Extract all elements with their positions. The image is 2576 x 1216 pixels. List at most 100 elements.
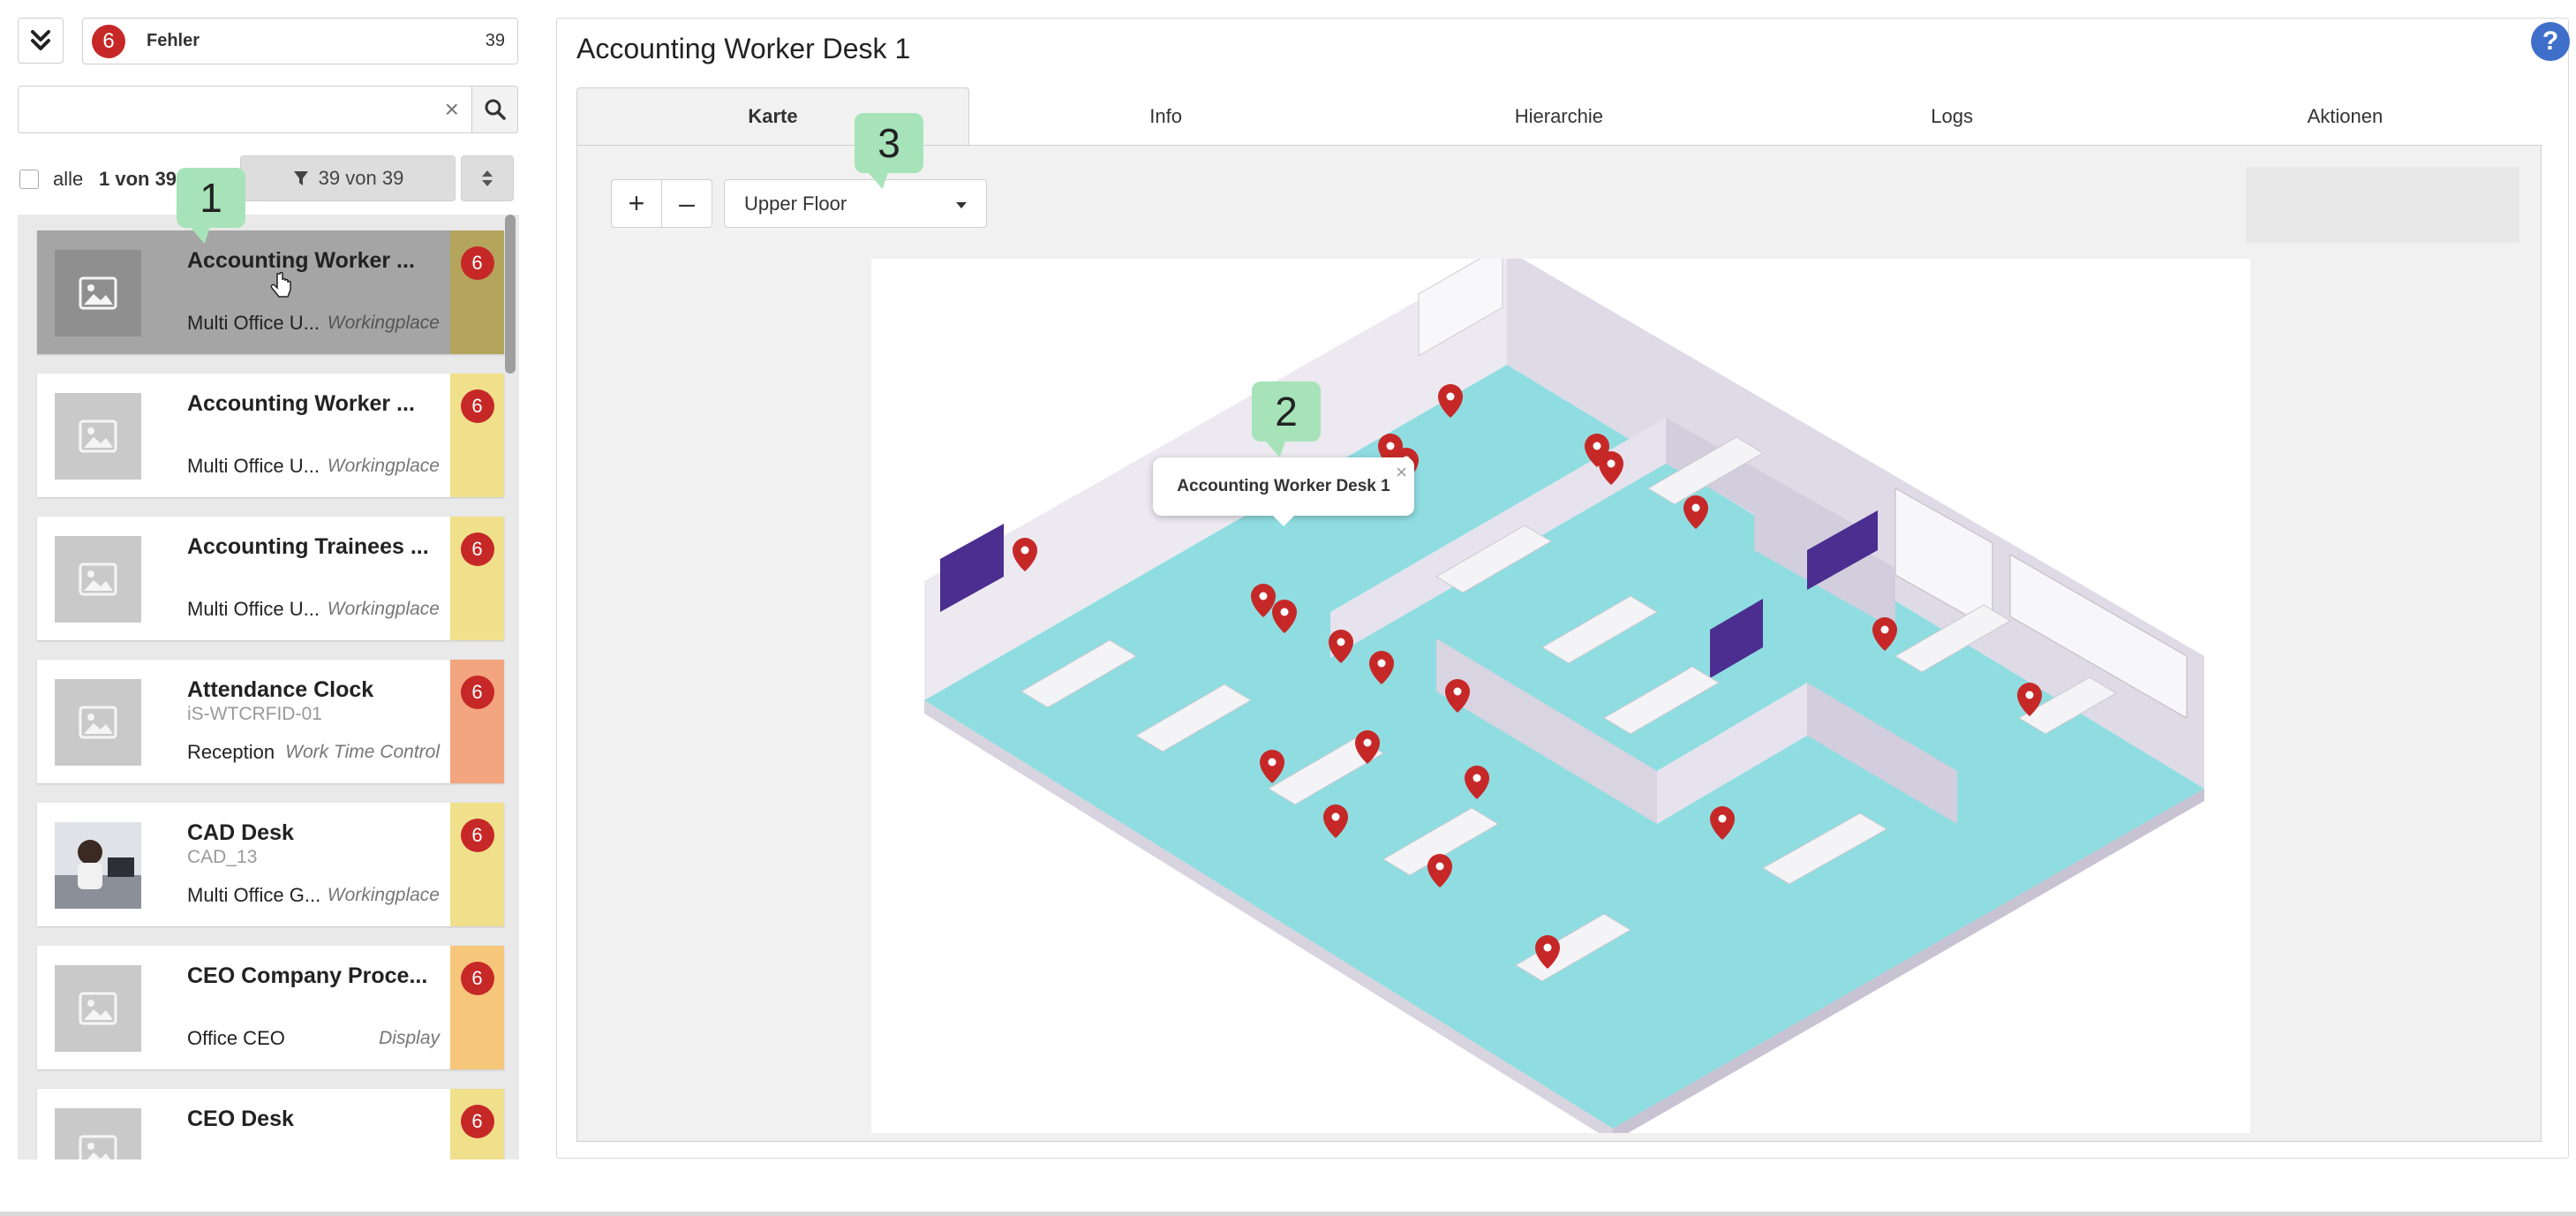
selection-count: 1 von 39 xyxy=(99,168,177,190)
list-item[interactable]: Accounting Trainees ... Multi Office U...… xyxy=(37,517,504,640)
search-icon xyxy=(485,99,506,120)
floor-select-value: Upper Floor xyxy=(744,192,847,215)
caret-down-icon xyxy=(956,202,967,208)
item-status-strip: 6 xyxy=(450,660,504,783)
clear-search-icon[interactable]: × xyxy=(445,97,459,122)
item-subtitle: iS-WTCRFID-01 xyxy=(187,704,322,724)
list-item[interactable]: CEO Desk 6 xyxy=(37,1089,504,1159)
tab-hierarchie[interactable]: Hierarchie xyxy=(1362,87,1755,145)
callout-3-number: 3 xyxy=(877,120,900,166)
item-title: Accounting Worker ... xyxy=(187,391,415,416)
item-type: Workingplace xyxy=(327,885,440,905)
item-location: Multi Office U... xyxy=(187,312,320,334)
item-location: Multi Office G... xyxy=(187,884,321,906)
double-chevron-down-icon xyxy=(31,30,50,50)
item-status-strip: 6 xyxy=(450,230,504,354)
bottom-border xyxy=(0,1212,2576,1216)
map-view: + – Upper Floor xyxy=(576,146,2542,1142)
item-subtitle: CAD_13 xyxy=(187,847,258,867)
tab-aktionen[interactable]: Aktionen xyxy=(2149,87,2542,145)
item-title: Accounting Worker ... xyxy=(187,248,415,273)
image-placeholder-icon xyxy=(79,1135,117,1159)
zoom-out-button[interactable]: – xyxy=(661,180,712,227)
select-all-label: alle xyxy=(53,168,84,190)
item-title: CAD Desk xyxy=(187,820,294,845)
image-placeholder-icon xyxy=(79,563,117,596)
item-type: Work Time Control xyxy=(285,742,440,762)
tab-info[interactable]: Info xyxy=(969,87,1362,145)
callout-2-number: 2 xyxy=(1275,389,1298,434)
item-location: Multi Office U... xyxy=(187,455,320,477)
error-badge-icon: 6 xyxy=(460,1105,494,1138)
sort-icon xyxy=(482,170,493,186)
image-placeholder-icon xyxy=(79,706,117,739)
status-count: 39 xyxy=(485,31,505,50)
callout-3: 3 xyxy=(855,113,923,189)
search-input[interactable]: × xyxy=(18,86,472,133)
callout-1: 1 xyxy=(177,168,245,244)
item-location: Office CEO xyxy=(187,1027,285,1049)
item-title: Accounting Trainees ... xyxy=(187,534,429,559)
status-filter[interactable]: 6 Fehler 39 xyxy=(82,18,518,64)
item-thumbnail xyxy=(55,679,141,766)
list-item[interactable]: Accounting Worker ... Multi Office U... Wo… xyxy=(37,374,504,497)
item-list[interactable]: Accounting Worker ... Multi Office U... Wo… xyxy=(18,215,519,1159)
error-badge-icon: 6 xyxy=(460,962,494,995)
item-status-strip: 6 xyxy=(450,517,504,640)
item-thumbnail xyxy=(55,536,141,623)
item-thumbnail xyxy=(55,965,141,1052)
item-type: Workingplace xyxy=(327,456,440,476)
item-status-strip: 6 xyxy=(450,803,504,926)
callout-1-number: 1 xyxy=(200,175,222,221)
item-title: CEO Company Proce... xyxy=(187,963,428,988)
list-item[interactable]: CAD Desk CAD_13 Multi Office G... Workingpl… xyxy=(37,803,504,926)
item-status-strip: 6 xyxy=(450,1089,504,1159)
tab-logs[interactable]: Logs xyxy=(1756,87,2149,145)
item-type: Workingplace xyxy=(327,599,440,619)
error-status-icon: 6 xyxy=(92,24,125,58)
item-location: Reception xyxy=(187,741,275,763)
callout-2: 2 xyxy=(1252,381,1321,457)
page-title: Accounting Worker Desk 1 xyxy=(576,33,911,64)
item-title: CEO Desk xyxy=(187,1106,294,1131)
hand-cursor-icon xyxy=(270,272,291,298)
zoom-in-button[interactable]: + xyxy=(612,180,661,227)
image-placeholder-icon xyxy=(79,992,117,1025)
filter-label: 39 von 39 xyxy=(318,167,404,189)
zoom-controls: + – xyxy=(611,179,712,228)
error-badge-icon: 6 xyxy=(460,389,494,423)
floor-plan-map[interactable] xyxy=(871,245,2250,1142)
search-button[interactable] xyxy=(472,86,518,133)
list-scrollbar[interactable] xyxy=(505,215,516,374)
item-status-strip: 6 xyxy=(450,374,504,497)
popup-close-icon[interactable]: × xyxy=(1396,461,1407,484)
status-label: Fehler xyxy=(147,31,200,50)
list-item[interactable]: Attendance Clock iS-WTCRFID-01 Reception Wo… xyxy=(37,660,504,783)
select-all-checkbox[interactable] xyxy=(19,170,39,189)
item-title: Attendance Clock xyxy=(187,677,374,702)
item-location: Multi Office U... xyxy=(187,598,320,620)
error-badge-icon: 6 xyxy=(460,532,494,566)
funnel-icon xyxy=(293,171,308,185)
floor-select[interactable]: Upper Floor xyxy=(724,179,987,228)
item-thumbnail xyxy=(55,1108,141,1159)
map-popup-label: Accounting Worker Desk 1 xyxy=(1177,477,1390,495)
item-thumbnail xyxy=(55,250,141,336)
map-overlay-bar xyxy=(2246,167,2520,243)
item-thumbnail xyxy=(55,393,141,480)
popup-pointer xyxy=(1273,516,1294,526)
error-badge-icon: 6 xyxy=(460,246,494,280)
detail-panel: Accounting Worker Desk 1 ? Karte Info Hi… xyxy=(556,18,2570,1159)
collapse-toggle-button[interactable] xyxy=(18,18,64,64)
help-icon[interactable]: ? xyxy=(2531,22,2570,61)
image-placeholder-icon xyxy=(79,419,117,453)
filter-button[interactable]: 39 von 39 xyxy=(240,155,456,201)
item-status-strip: 6 xyxy=(450,946,504,1069)
map-popup: Accounting Worker Desk 1 × xyxy=(1153,457,1414,526)
isometric-floor-plan xyxy=(924,245,2204,1142)
list-item[interactable]: CEO Company Proce... Office CEO Display 6 xyxy=(37,946,504,1069)
sort-button[interactable] xyxy=(461,155,514,201)
item-thumbnail xyxy=(55,822,141,909)
item-type: Workingplace xyxy=(327,313,440,333)
error-badge-icon: 6 xyxy=(460,819,494,852)
